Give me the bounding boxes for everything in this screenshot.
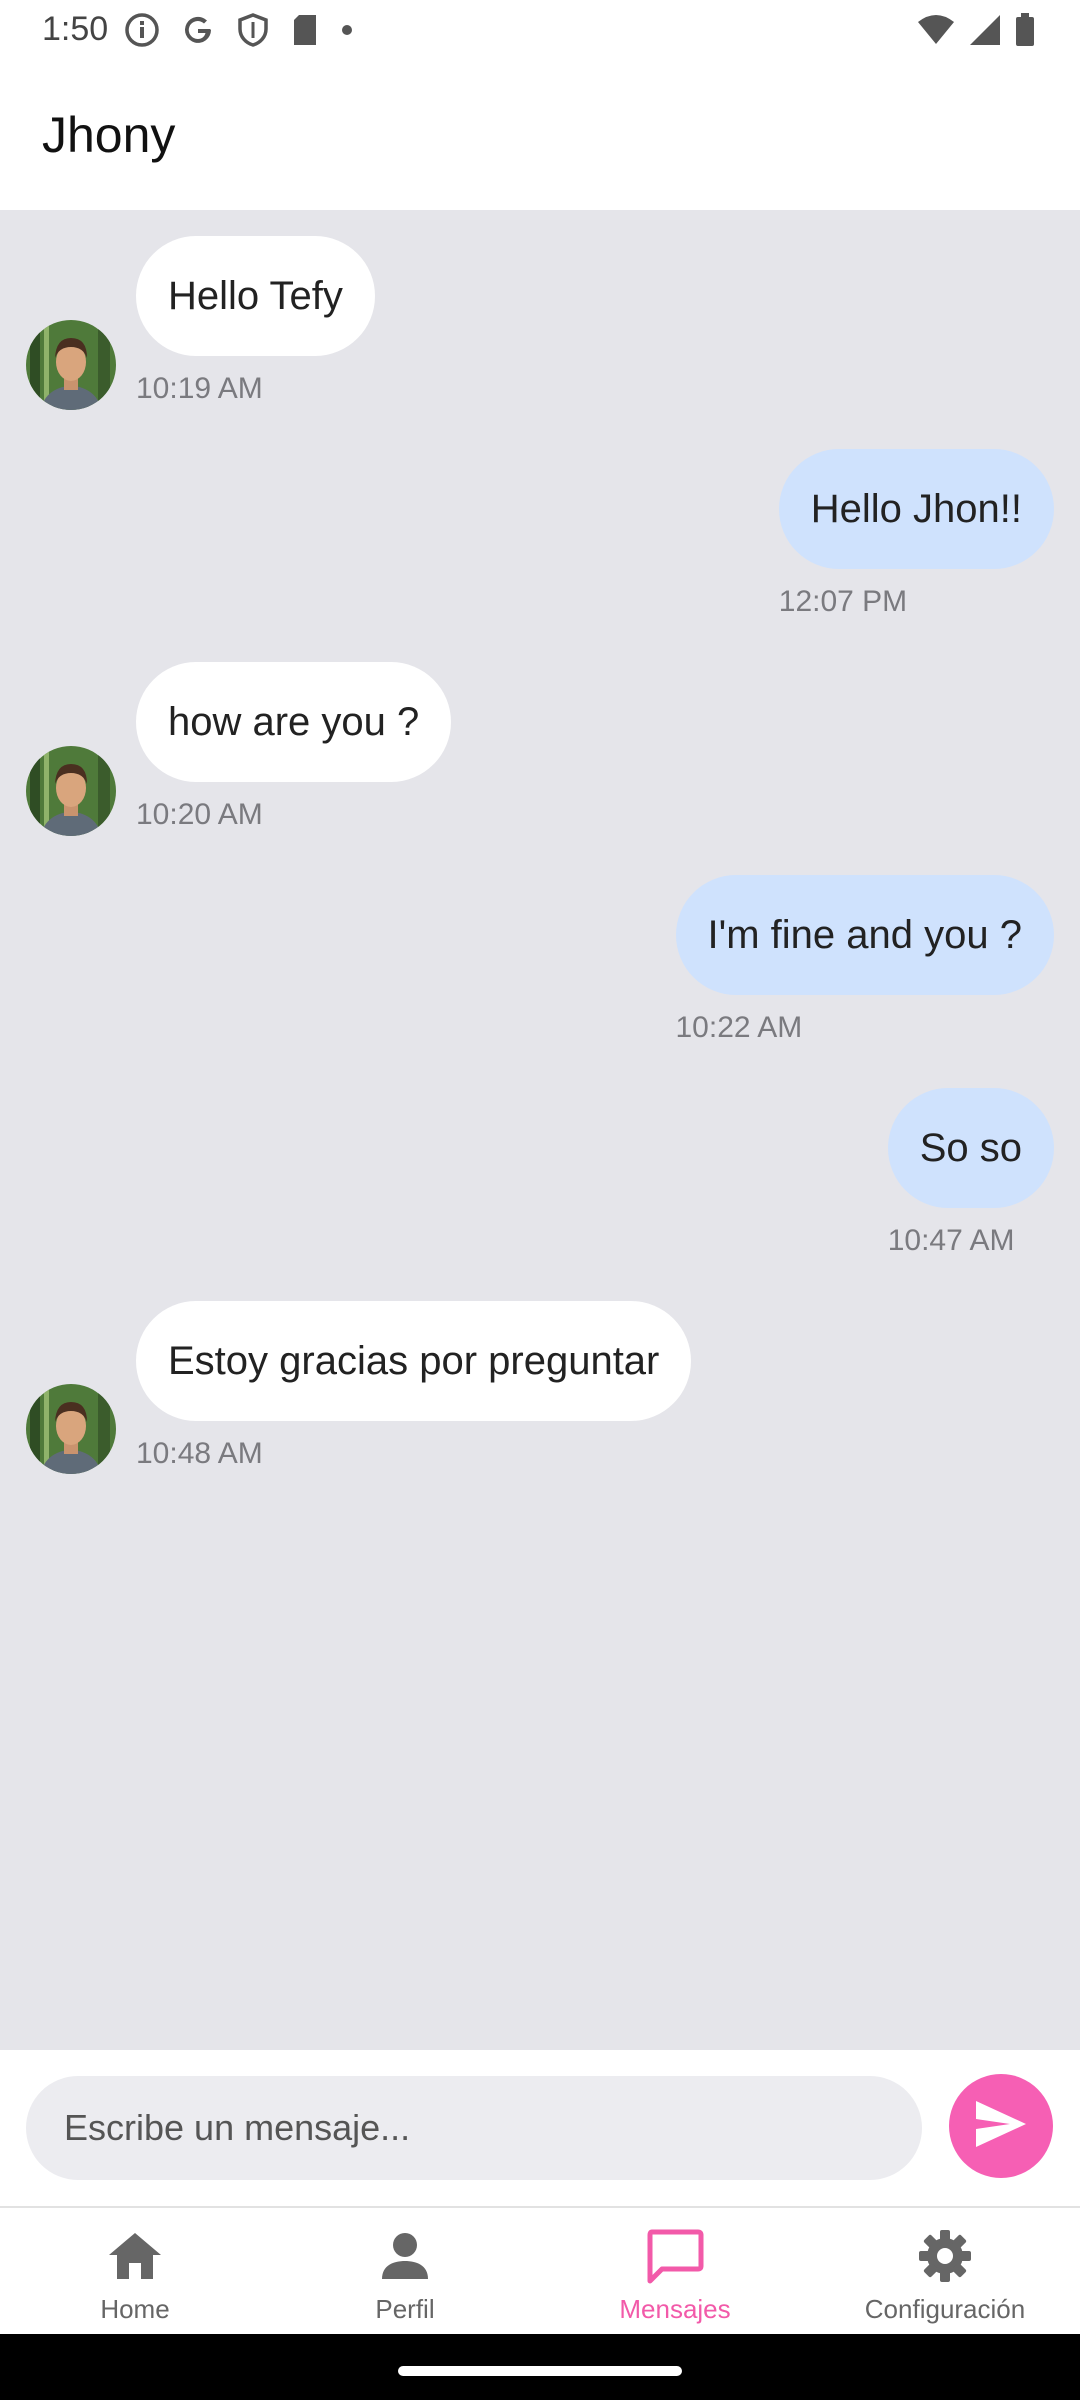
wifi-icon: [916, 12, 956, 53]
avatar: [26, 320, 116, 410]
avatar: [26, 1384, 116, 1474]
status-icons-left: [124, 12, 354, 53]
home-icon: [105, 2226, 165, 2286]
sd-card-icon: [290, 12, 320, 53]
send-button[interactable]: [949, 2074, 1053, 2178]
message-bubble[interactable]: I'm fine and you ?: [675, 875, 1054, 995]
message-time: 10:19 AM: [136, 372, 263, 405]
send-icon: [972, 2095, 1030, 2158]
message-outgoing: So so 10:47 AM: [887, 1088, 1054, 1258]
avatar: [26, 746, 116, 836]
chat-bubble-icon: [645, 2226, 705, 2286]
nav-label: Configuración: [864, 2294, 1026, 2324]
message-bubble[interactable]: So so: [887, 1088, 1054, 1208]
status-icons-right: [916, 12, 1036, 53]
message-composer: [0, 2050, 1080, 2206]
battery-icon: [1014, 12, 1036, 53]
dot-icon: [340, 12, 354, 53]
status-time: 1:50: [42, 10, 109, 48]
message-input[interactable]: [26, 2076, 922, 2180]
info-icon: [124, 12, 160, 53]
nav-label: Home: [100, 2294, 170, 2324]
google-icon: [180, 12, 216, 53]
message-outgoing: I'm fine and you ? 10:22 AM: [675, 875, 1054, 1045]
nav-item-perfil[interactable]: Perfil: [270, 2208, 540, 2336]
message-time: 10:22 AM: [675, 1011, 803, 1044]
message-bubble[interactable]: how are you ?: [136, 662, 452, 782]
gesture-area: [0, 2334, 1080, 2400]
message-incoming: how are you ? 10:20 AM: [136, 662, 452, 832]
status-bar: 1:50: [0, 0, 1080, 62]
message-time: 10:20 AM: [136, 798, 263, 831]
nav-item-home[interactable]: Home: [0, 2208, 270, 2336]
app-header: Jhony: [0, 62, 1080, 210]
message-time: 10:47 AM: [887, 1224, 1015, 1257]
message-incoming: Estoy gracias por preguntar 10:48 AM: [136, 1301, 692, 1471]
shield-icon: [236, 12, 270, 53]
chat-area[interactable]: Hello Tefy 10:19 AM Hello Jhon!! 12:07 P…: [0, 210, 1080, 2050]
message-bubble[interactable]: Hello Tefy: [136, 236, 375, 356]
bottom-nav: Home Perfil Mensajes Configuración: [0, 2206, 1080, 2336]
person-icon: [375, 2226, 435, 2286]
page-title: Jhony: [42, 107, 176, 163]
message-bubble[interactable]: Estoy gracias por preguntar: [136, 1301, 692, 1421]
nav-label: Perfil: [375, 2294, 435, 2324]
signal-icon: [968, 12, 1002, 53]
message-outgoing: Hello Jhon!! 12:07 PM: [778, 449, 1054, 619]
nav-item-configuracion[interactable]: Configuración: [810, 2208, 1080, 2336]
message-time: 12:07 PM: [778, 585, 908, 618]
message-incoming: Hello Tefy 10:19 AM: [136, 236, 375, 406]
message-time: 10:48 AM: [136, 1437, 263, 1470]
screen: 1:50 Jhony Hello Tefy 10:19 AM Hello Jho…: [0, 0, 1080, 2400]
gear-icon: [915, 2226, 975, 2286]
nav-label: Mensajes: [619, 2294, 731, 2324]
home-gesture-handle[interactable]: [398, 2366, 682, 2376]
nav-item-mensajes[interactable]: Mensajes: [540, 2208, 810, 2336]
message-bubble[interactable]: Hello Jhon!!: [778, 449, 1054, 569]
